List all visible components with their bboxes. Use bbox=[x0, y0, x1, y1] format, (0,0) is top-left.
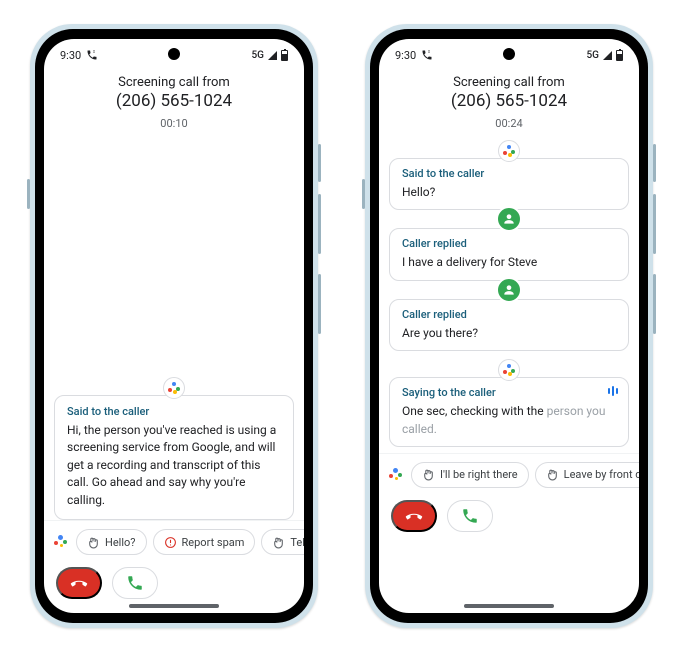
front-camera bbox=[168, 48, 180, 60]
header-line1: Screening call from bbox=[379, 75, 639, 90]
person-icon bbox=[502, 283, 516, 297]
assistant-icon bbox=[389, 468, 403, 482]
phone-side-button bbox=[318, 274, 321, 334]
phone-side-button bbox=[318, 194, 321, 254]
phone-side-button bbox=[653, 274, 656, 334]
nav-bar[interactable] bbox=[129, 604, 219, 608]
transcript: Said to the caller Hi, the person you've… bbox=[44, 377, 304, 520]
assistant-avatar bbox=[163, 377, 185, 399]
card-label: Said to the caller bbox=[402, 167, 616, 180]
chip-label: Tell me mo bbox=[290, 536, 304, 549]
hang-up-button[interactable] bbox=[56, 567, 102, 599]
caller-avatar bbox=[496, 277, 522, 303]
suggestion-chip-row: I'll be right there Leave by front door bbox=[379, 453, 639, 494]
chip-leave-by-door[interactable]: Leave by front door bbox=[535, 462, 639, 488]
phone-side-button bbox=[362, 179, 365, 209]
assistant-icon bbox=[54, 535, 68, 549]
chip-tell-me-more[interactable]: Tell me mo bbox=[261, 529, 304, 555]
status-network-label: 5G bbox=[252, 50, 265, 61]
chip-label: Hello? bbox=[105, 536, 136, 549]
header-phone-number: (206) 565-1024 bbox=[379, 90, 639, 111]
report-spam-icon bbox=[164, 536, 177, 549]
answer-button[interactable] bbox=[447, 500, 493, 532]
chip-report-spam[interactable]: Report spam bbox=[153, 529, 256, 555]
header-line1: Screening call from bbox=[44, 75, 304, 90]
assistant-avatar bbox=[498, 140, 520, 162]
person-icon bbox=[502, 212, 516, 226]
call-active-icon bbox=[421, 49, 433, 61]
transcript-card: Caller replied Are you there? bbox=[389, 299, 629, 351]
chip-be-right-there[interactable]: I'll be right there bbox=[411, 462, 529, 488]
waving-hand-icon bbox=[546, 468, 559, 481]
front-camera bbox=[503, 48, 515, 60]
chip-label: Leave by front door bbox=[564, 468, 639, 481]
answer-button[interactable] bbox=[112, 567, 158, 599]
header-phone-number: (206) 565-1024 bbox=[44, 90, 304, 111]
phone-hangup-icon bbox=[70, 574, 88, 592]
waving-hand-icon bbox=[272, 536, 285, 549]
caller-avatar bbox=[496, 206, 522, 232]
signal-icon bbox=[603, 51, 612, 60]
card-text: Hello? bbox=[402, 184, 616, 201]
hang-up-button[interactable] bbox=[391, 500, 437, 532]
transcript-card-live: Saying to the caller One sec, checking w… bbox=[389, 377, 629, 447]
phone-mockup-left: 9:30 5G Screening call from (206) 565-10… bbox=[30, 24, 318, 628]
status-network-label: 5G bbox=[587, 50, 600, 61]
card-label: Caller replied bbox=[402, 237, 616, 250]
header-timer: 00:10 bbox=[44, 111, 304, 130]
waving-hand-icon bbox=[87, 536, 100, 549]
chip-label: Report spam bbox=[182, 536, 245, 549]
signal-icon bbox=[268, 51, 277, 60]
phone-icon bbox=[461, 507, 479, 525]
chip-label: I'll be right there bbox=[440, 468, 518, 481]
transcript-card: Said to the caller Hello? bbox=[389, 158, 629, 210]
status-time: 9:30 bbox=[60, 49, 81, 62]
assistant-avatar bbox=[498, 359, 520, 381]
card-text: Are you there? bbox=[402, 325, 616, 342]
phone-side-button bbox=[27, 179, 30, 209]
call-header: Screening call from (206) 565-1024 00:10 bbox=[44, 65, 304, 134]
card-text: Hi, the person you've reached is using a… bbox=[67, 422, 281, 509]
call-header: Screening call from (206) 565-1024 00:24 bbox=[379, 65, 639, 134]
suggestion-chip-row: Hello? Report spam Tell me mo bbox=[44, 520, 304, 561]
header-timer: 00:24 bbox=[379, 111, 639, 130]
card-text: I have a delivery for Steve bbox=[402, 254, 616, 271]
phone-mockup-right: 9:30 5G Screening call from (206) 565-10… bbox=[365, 24, 653, 628]
card-label: Saying to the caller bbox=[402, 386, 616, 399]
phone-hangup-icon bbox=[405, 507, 423, 525]
battery-icon bbox=[281, 50, 288, 61]
transcript-card: Caller replied I have a delivery for Ste… bbox=[389, 228, 629, 280]
call-action-bar bbox=[379, 494, 639, 546]
phone-icon bbox=[126, 574, 144, 592]
speaking-indicator-icon bbox=[608, 386, 618, 396]
card-label: Caller replied bbox=[402, 308, 616, 321]
card-label: Said to the caller bbox=[67, 405, 281, 418]
phone-side-button bbox=[653, 194, 656, 254]
phone-side-button bbox=[653, 144, 656, 182]
waving-hand-icon bbox=[422, 468, 435, 481]
card-text: One sec, checking with the person you ca… bbox=[402, 403, 616, 438]
transcript-card: Said to the caller Hi, the person you've… bbox=[54, 395, 294, 520]
battery-icon bbox=[616, 50, 623, 61]
nav-bar[interactable] bbox=[464, 604, 554, 608]
transcript: Said to the caller Hello? Caller replied… bbox=[379, 134, 639, 447]
status-time: 9:30 bbox=[395, 49, 416, 62]
call-active-icon bbox=[86, 49, 98, 61]
phone-side-button bbox=[318, 144, 321, 182]
chip-hello[interactable]: Hello? bbox=[76, 529, 147, 555]
